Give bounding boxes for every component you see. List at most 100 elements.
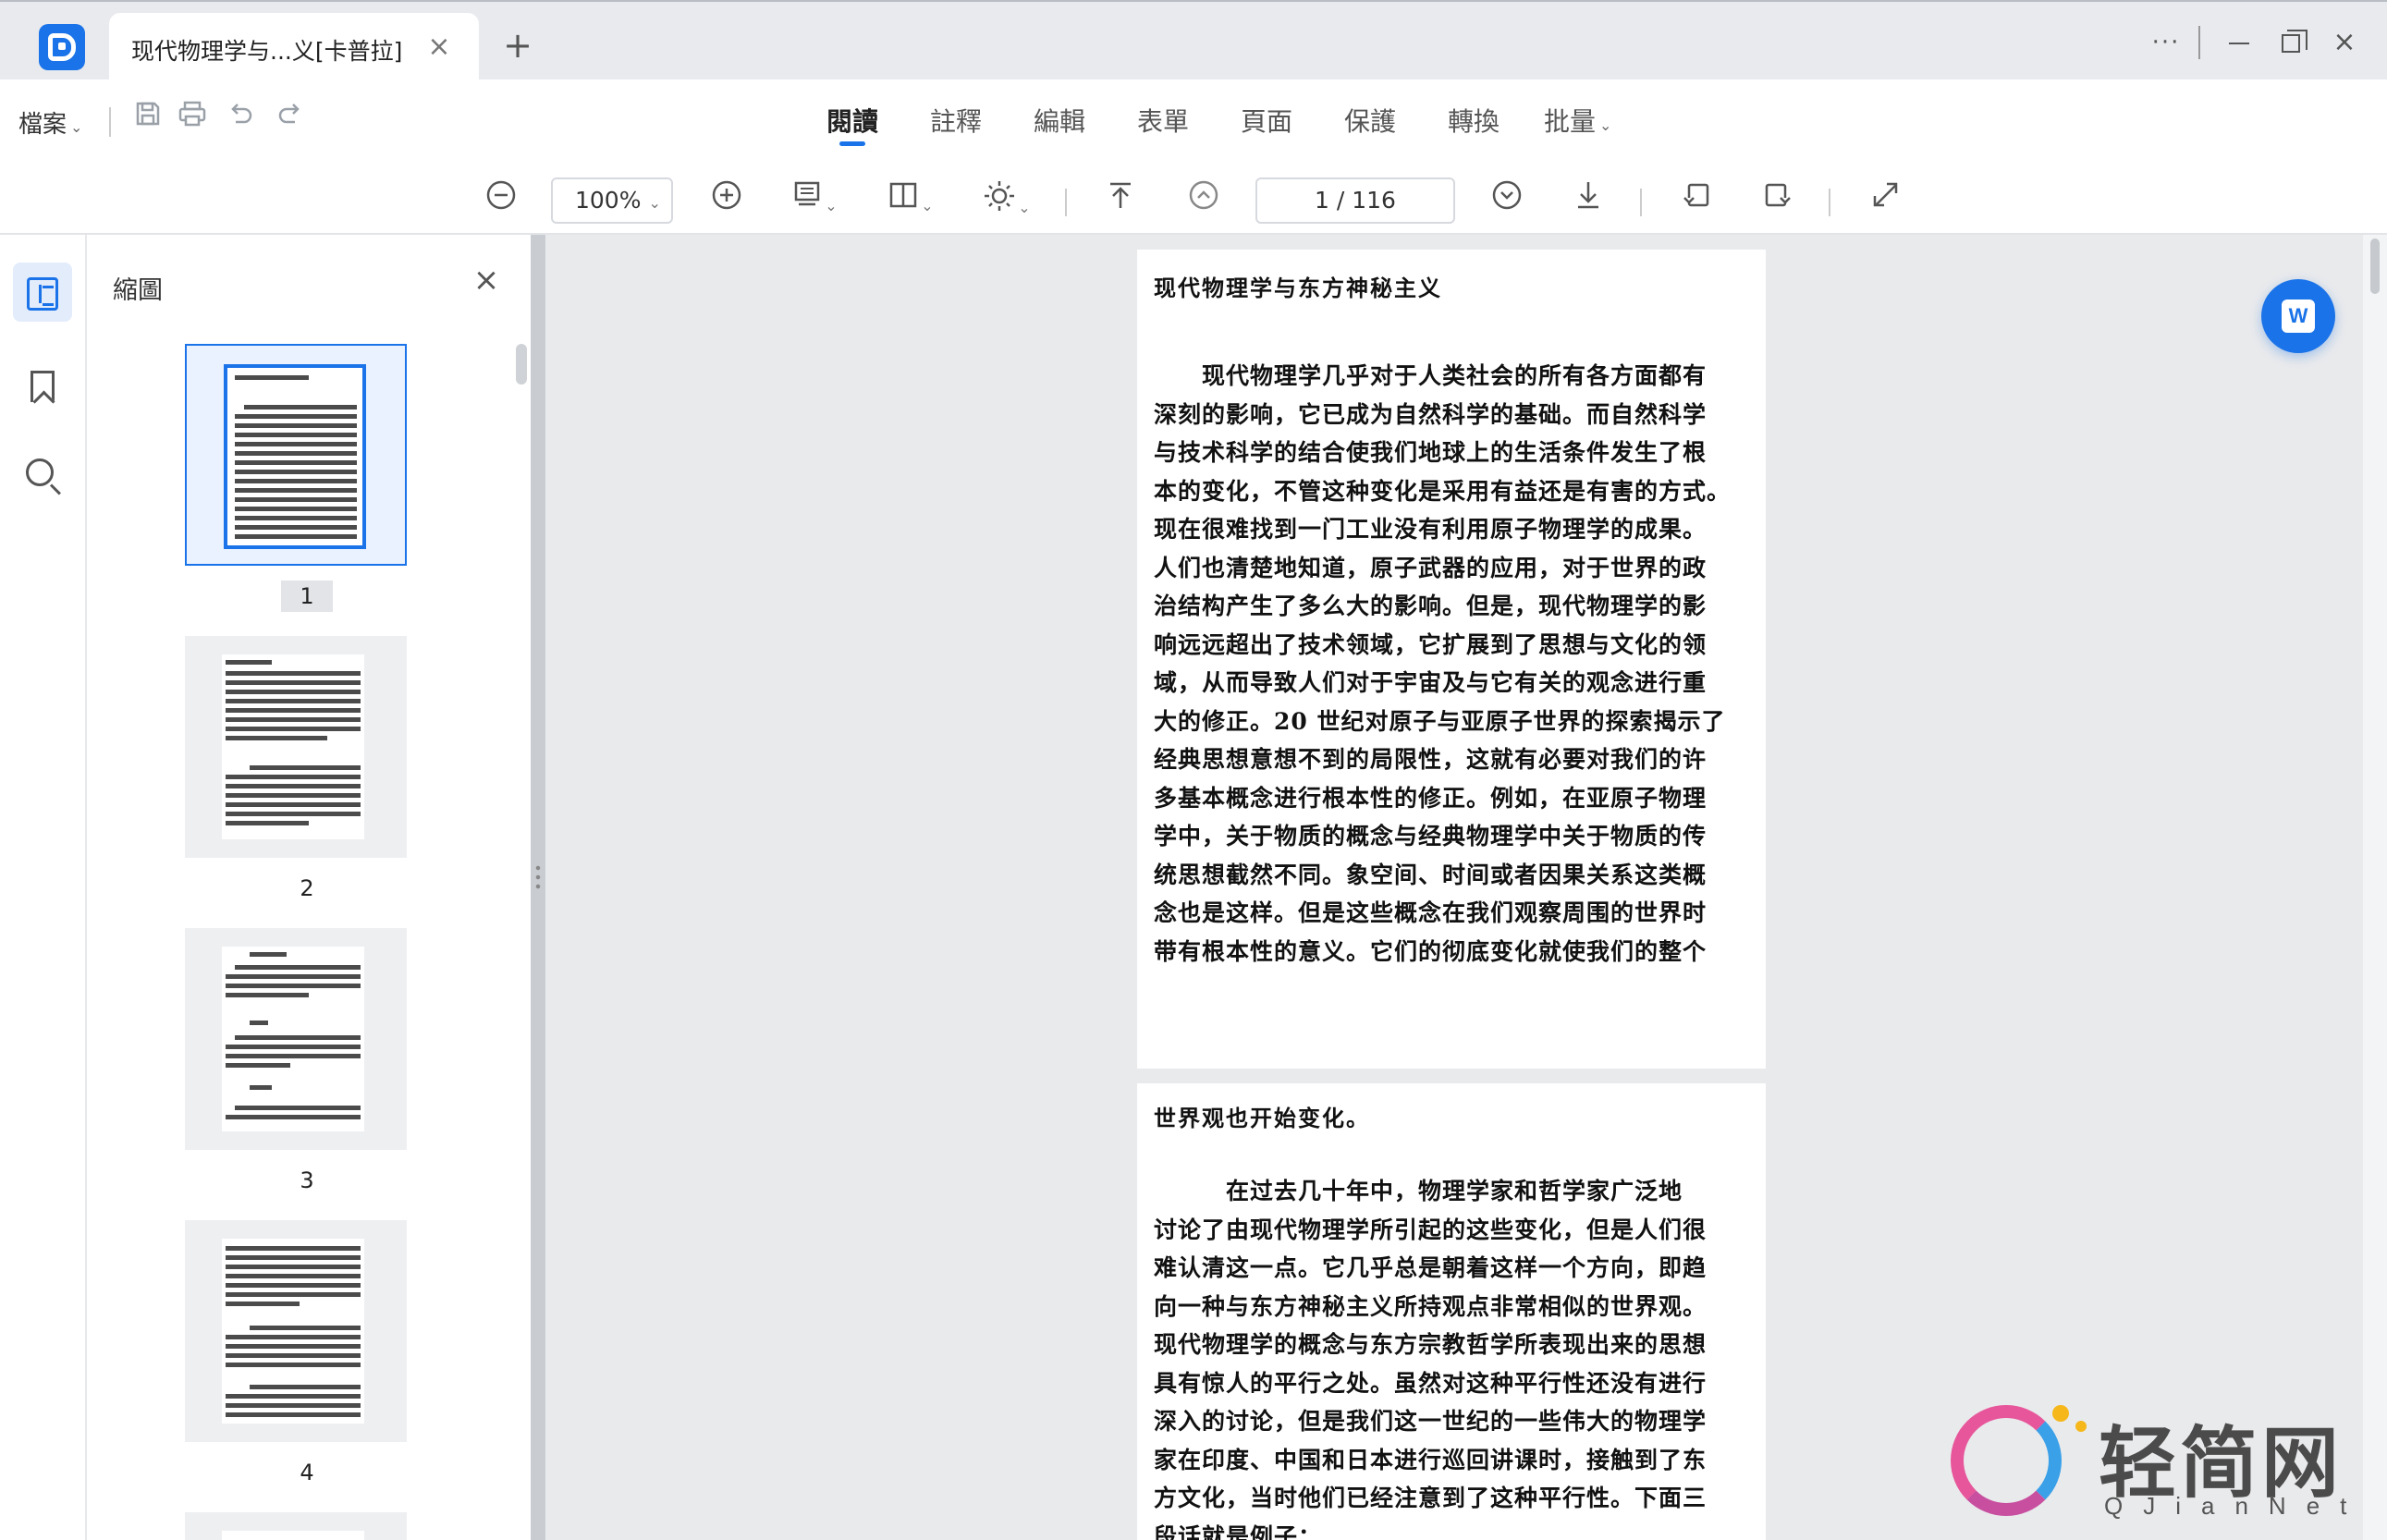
view-toolbar: 100% ⌄ ⌄ ⌄ ⌄ 1 / 116: [0, 165, 2387, 235]
prev-page-icon[interactable]: [1183, 179, 1224, 220]
chevron-down-icon: ⌄: [648, 194, 661, 212]
tab-edit-label: 編輯: [1034, 106, 1086, 137]
page-number-input[interactable]: 1 / 116: [1255, 177, 1455, 224]
drag-handle-icon[interactable]: [534, 863, 542, 891]
tab-read[interactable]: 閱讀: [826, 102, 878, 146]
file-menu[interactable]: 檔案 ⌄: [18, 105, 82, 140]
text-line: 具有惊人的平行之处。虽然对这种平行性还没有进行: [1154, 1369, 1708, 1397]
next-page-icon[interactable]: [1487, 179, 1527, 220]
undo-icon[interactable]: [222, 100, 259, 137]
text-line: 在过去几十年中，物理学家和哲学家广泛地: [1154, 1178, 1683, 1204]
zoom-in-icon[interactable]: [706, 179, 747, 220]
document-scrollbar[interactable]: [2363, 235, 2387, 1540]
tab-edit[interactable]: 編輯: [1034, 102, 1085, 146]
menu-divider: [109, 107, 111, 137]
thumbnail-page-2[interactable]: [185, 636, 407, 858]
tab-form-label: 表單: [1137, 106, 1190, 137]
thumbnail-number: 3: [300, 1167, 314, 1193]
page-heading: 现代物理学与东方神秘主义: [1154, 275, 1442, 301]
tab-batch[interactable]: 批量 ⌄: [1544, 102, 1611, 146]
thumbnail-page-4[interactable]: [185, 1220, 407, 1442]
save-icon[interactable]: [129, 100, 166, 137]
tab-protect-label: 保護: [1344, 106, 1397, 137]
chevron-down-icon: ⌄: [921, 197, 934, 214]
fullscreen-icon[interactable]: [1866, 179, 1906, 220]
thumbnail-panel: 縮圖 × 1 2 3 4: [89, 235, 531, 1540]
page-first-line: 世界观也开始变化。: [1154, 1105, 1370, 1131]
tab-annotate[interactable]: 註釋: [930, 102, 982, 146]
text-line: 统思想截然不同。象空间、时间或者因果关系这类概: [1154, 861, 1708, 888]
zoom-select[interactable]: 100% ⌄: [551, 177, 673, 224]
two-page-icon[interactable]: ⌄: [878, 179, 943, 220]
thumbnail-preview: [222, 654, 364, 839]
panel-title: 縮圖: [113, 276, 163, 305]
window-controls-divider: [2198, 26, 2200, 59]
text-line: 深入的讨论，但是我们这一世纪的一些伟大的物理学: [1154, 1408, 1708, 1435]
minimize-icon[interactable]: [2219, 24, 2259, 61]
watermark-logo: [1951, 1405, 2069, 1516]
page-1-paragraph: 现代物理学几乎对于人类社会的所有各方面都有 深刻的影响，它已成为自然科学的基础。…: [1154, 357, 1753, 971]
watermark-subtext: QJianNet: [2104, 1492, 2368, 1520]
chevron-down-icon: ⌄: [1599, 116, 1612, 134]
thumbnail-page-1[interactable]: [185, 344, 407, 566]
text-line: 人们也清楚地知道，原子武器的应用，对于世界的政: [1154, 554, 1708, 581]
thumbnail-preview: [222, 947, 364, 1131]
text-line: 经典思想意想不到的局限性，这就有必要对我们的许: [1154, 746, 1708, 773]
bookmark-icon[interactable]: [13, 355, 72, 414]
document-viewport[interactable]: 现代物理学与东方神秘主义 现代物理学几乎对于人类社会的所有各方面都有 深刻的影响…: [545, 235, 2387, 1540]
tab-close-icon[interactable]: ×: [423, 31, 455, 63]
panel-scrollbar[interactable]: [516, 344, 527, 385]
rotate-right-icon[interactable]: [1757, 179, 1797, 220]
last-page-icon[interactable]: [1568, 179, 1609, 220]
document-page-1: 现代物理学与东方神秘主义 现代物理学几乎对于人类社会的所有各方面都有 深刻的影响…: [1137, 250, 1766, 1069]
text-line: 多基本概念进行根本性的修正。例如，在亚原子物理: [1154, 784, 1708, 812]
panel-close-icon[interactable]: ×: [470, 264, 503, 298]
text-line: 现代物理学的概念与东方宗教哲学所表现出来的思想: [1154, 1331, 1708, 1358]
thumbnail-preview: [222, 1239, 364, 1424]
document-tab[interactable]: 现代物理学与...义[卡普拉] ×: [109, 13, 479, 81]
text-line: 向一种与东方神秘主义所持观点非常相似的世界观。: [1154, 1292, 1708, 1320]
tab-annotate-label: 註釋: [930, 106, 983, 137]
print-icon[interactable]: [174, 100, 211, 137]
text-line: 域，从而导致人们对于宇宙及与它有关的观念进行重: [1154, 669, 1708, 696]
first-page-icon[interactable]: [1100, 179, 1141, 220]
thumbnail-page-3[interactable]: [185, 928, 407, 1150]
word-convert-icon[interactable]: W: [2261, 279, 2335, 353]
thumbnails-icon[interactable]: [13, 263, 72, 322]
tab-form[interactable]: 表單: [1137, 102, 1189, 146]
rotate-left-icon[interactable]: [1677, 179, 1718, 220]
toolbar-divider: [1065, 189, 1067, 216]
tab-protect[interactable]: 保護: [1344, 102, 1396, 146]
maximize-icon[interactable]: [2271, 24, 2311, 61]
scrollbar-thumb[interactable]: [2370, 238, 2380, 294]
file-menu-label: 檔案: [18, 111, 67, 139]
search-icon[interactable]: [13, 444, 72, 503]
text-line: 段话就是例子：: [1154, 1522, 1323, 1540]
tab-page[interactable]: 頁面: [1241, 102, 1292, 146]
panel-splitter[interactable]: [531, 235, 545, 1540]
zoom-out-icon[interactable]: [481, 179, 521, 220]
tab-title: 现代物理学与...义[卡普拉]: [131, 38, 403, 65]
sidebar-rail: [0, 235, 87, 1540]
app-logo-icon: [39, 24, 85, 70]
tab-convert-label: 轉換: [1448, 106, 1500, 137]
redo-icon[interactable]: [272, 100, 309, 137]
text-line: 治结构产生了多么大的影响。但是，现代物理学的影: [1154, 593, 1708, 619]
zoom-value: 100%: [575, 187, 642, 214]
text-line: 与技术科学的结合使我们地球上的生活条件发生了根: [1154, 439, 1708, 466]
brightness-icon[interactable]: ⌄: [974, 179, 1039, 220]
text-line: 念也是这样。但是这些概念在我们观察周围的世界时: [1154, 899, 1708, 926]
text-line: 本的变化，不管这种变化是采用有益还是有害的方式。: [1154, 477, 1732, 505]
watermark: 轻简网 QJianNet: [1951, 1396, 2357, 1534]
page-indicator: 1 / 116: [1315, 187, 1396, 214]
new-tab-icon[interactable]: +: [499, 28, 536, 65]
page-mode-icon[interactable]: ⌄: [782, 179, 847, 220]
thumbnail-preview: [224, 364, 366, 549]
tab-convert[interactable]: 轉換: [1448, 102, 1500, 146]
more-icon[interactable]: ···: [2143, 24, 2189, 61]
page-2-paragraph: 在过去几十年中，物理学家和哲学家广泛地 讨论了由现代物理学所引起的这些变化，但是…: [1154, 1172, 1753, 1540]
window-close-icon[interactable]: ×: [2324, 24, 2365, 61]
thumbnail-page-5[interactable]: [185, 1512, 407, 1540]
toolbar-divider: [1829, 189, 1830, 216]
thumbnail-number: 1: [281, 581, 333, 612]
